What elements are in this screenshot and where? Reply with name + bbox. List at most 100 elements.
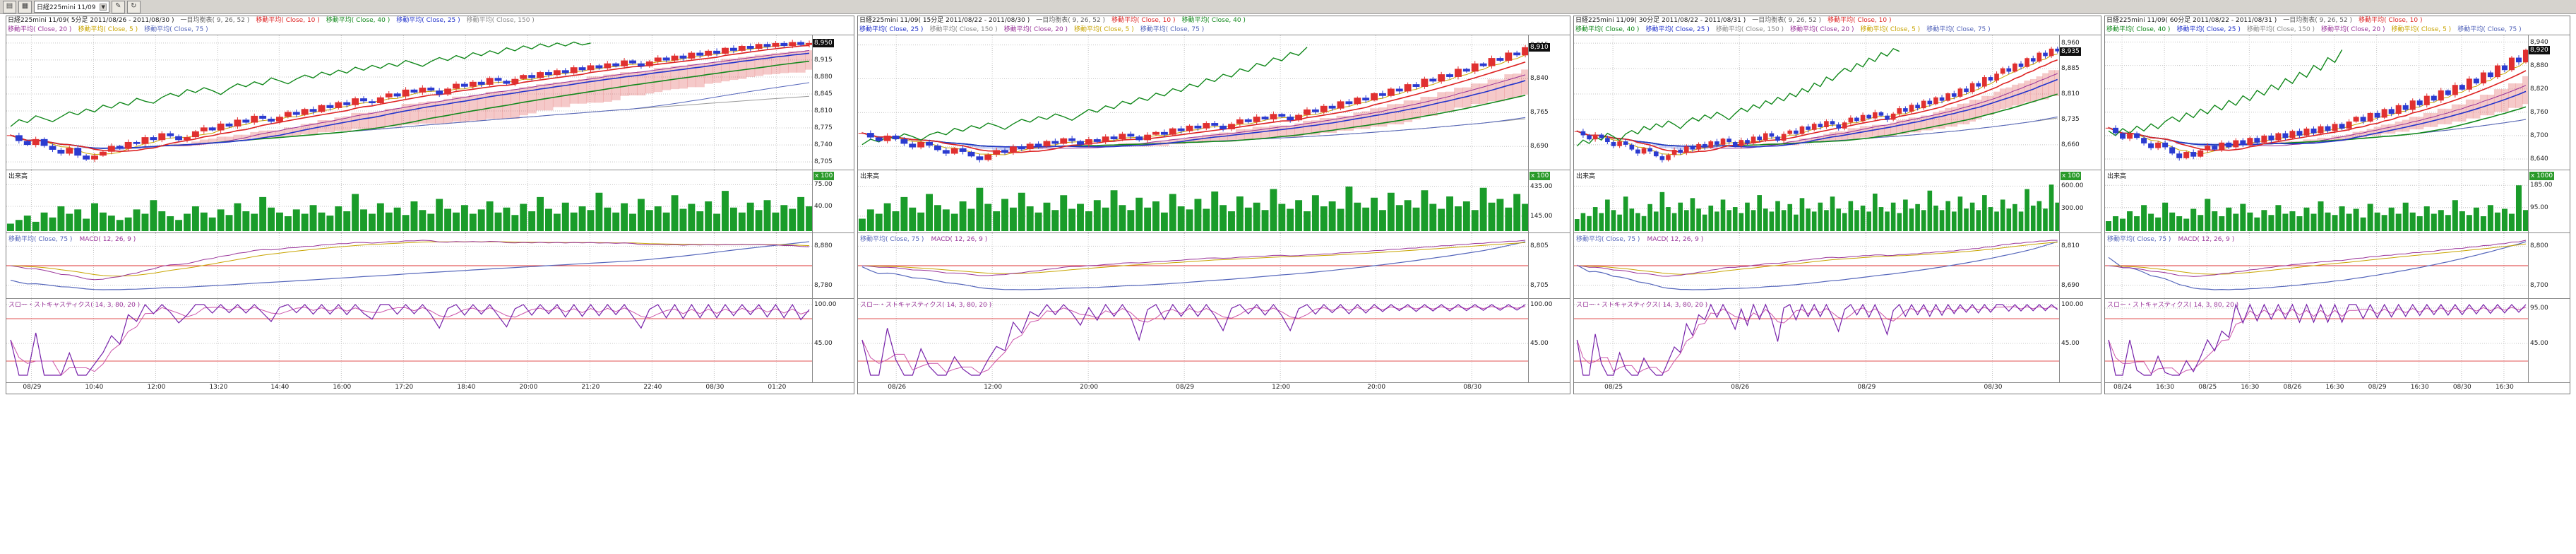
volume-section[interactable]: 185.0095.00x 1000出来高	[2105, 170, 2570, 232]
macd-section[interactable]: 8,8108,690移動平均( Close, 75 )MACD( 12, 26,…	[1574, 232, 2101, 298]
time-axis-label: 08/26	[2283, 384, 2301, 391]
time-axis: 08/2416:3008/2516:3008/2616:3008/2916:30…	[2105, 382, 2570, 394]
draw-icon[interactable]: ✎	[112, 1, 125, 13]
volume-section[interactable]: 75.0040.00x 100出来高	[6, 170, 854, 232]
time-axis-label: 12:00	[147, 384, 165, 391]
price-section[interactable]: 8,9408,8808,8208,7608,7008,6408,920	[2105, 35, 2570, 170]
volume-section-axis: 75.0040.00x 100	[812, 170, 854, 232]
price-section[interactable]: 8,9508,9158,8808,8458,8108,7758,7408,705…	[6, 35, 854, 170]
time-axis-label: 16:30	[2411, 384, 2429, 391]
time-axis-label: 16:30	[2326, 384, 2344, 391]
indicator-label: 一目均衡表( 9, 26, 52 )	[181, 17, 250, 24]
chart-panel-5min[interactable]: 日経225mini 11/09( 5分足 2011/08/26 - 2011/0…	[6, 16, 854, 394]
time-axis-label: 08/29	[23, 384, 41, 391]
refresh-icon[interactable]: ↻	[127, 1, 141, 13]
last-price-badge: 8,950	[813, 39, 834, 47]
indicator-label: 移動平均( Close, 10 )	[256, 17, 319, 24]
symbol-select[interactable]: 日経225mini 11/09 ▼	[34, 1, 109, 13]
macd-section[interactable]: 8,8008,700移動平均( Close, 75 )MACD( 12, 26,…	[2105, 232, 2570, 298]
time-axis-label: 01:20	[768, 384, 786, 391]
time-axis-label: 13:20	[209, 384, 227, 391]
axis-tick-label: 8,960	[2061, 40, 2080, 47]
price-section-plot	[6, 35, 813, 170]
stoch-section[interactable]: 100.0045.00スロー・ストキャスティクス( 14, 3, 80, 20 …	[6, 298, 854, 382]
stoch-section[interactable]: 100.0045.00スロー・ストキャスティクス( 14, 3, 80, 20 …	[858, 298, 1570, 382]
time-axis-label: 08/25	[1604, 384, 1623, 391]
chart-panel-30min[interactable]: 日経225mini 11/09( 30分足 2011/08/22 - 2011/…	[1573, 16, 2101, 394]
time-axis-label: 08/29	[1857, 384, 1876, 391]
time-axis-label: 20:00	[519, 384, 537, 391]
stoch-section-plot	[6, 299, 813, 382]
axis-tick-label: 8,810	[2061, 242, 2080, 249]
axis-tick-label: 45.00	[1530, 340, 1549, 347]
axis-tick-label: 8,885	[2061, 65, 2080, 72]
axis-tick-label: 8,765	[1530, 109, 1549, 116]
chart-grid-icon[interactable]: ▦	[18, 1, 32, 13]
chart-panel-60min[interactable]: 日経225mini 11/09( 60分足 2011/08/22 - 2011/…	[2104, 16, 2570, 394]
indicator-label: スロー・ストキャスティクス( 14, 3, 80, 20 )	[8, 302, 140, 309]
indicator-label: 移動平均( Close, 25 )	[859, 26, 923, 33]
indicator-label: 日経225mini 11/09( 60分足 2011/08/22 - 2011/…	[2106, 17, 2277, 24]
time-axis-label: 20:00	[1367, 384, 1385, 391]
indicator-label: 移動平均( Close, 40 )	[326, 17, 390, 24]
time-axis-label: 08/30	[2453, 384, 2471, 391]
last-price-badge: 8,920	[2529, 46, 2550, 54]
axis-tick-label: 8,845	[814, 90, 833, 98]
price-section-plot	[1574, 35, 2061, 170]
axis-tick-label: 45.00	[814, 340, 833, 347]
axis-tick-label: 100.00	[1530, 301, 1553, 308]
indicator-label: 移動平均( Close, 150 )	[2247, 26, 2315, 33]
volume-section-axis: 600.00300.00x 100	[2059, 170, 2101, 232]
time-axis-label: 21:20	[581, 384, 600, 391]
axis-tick-label: 75.00	[814, 181, 833, 188]
axis-tick-label: 8,690	[2061, 282, 2080, 289]
volume-section[interactable]: 600.00300.00x 100出来高	[1574, 170, 2101, 232]
stoch-label: スロー・ストキャスティクス( 14, 3, 80, 20 )	[8, 300, 147, 309]
panel-header-line2: 移動平均( Close, 20 )移動平均( Close, 5 )移動平均( C…	[6, 25, 854, 35]
macd-section[interactable]: 8,8808,780移動平均( Close, 75 )MACD( 12, 26,…	[6, 232, 854, 298]
chart-panel-15min[interactable]: 日経225mini 11/09( 15分足 2011/08/22 - 2011/…	[857, 16, 1570, 394]
indicator-label: 移動平均( Close, 150 )	[1716, 26, 1784, 33]
axis-tick-label: 8,810	[814, 107, 833, 114]
macd-section[interactable]: 8,8058,705移動平均( Close, 75 )MACD( 12, 26,…	[858, 232, 1570, 298]
time-axis: 08/2910:4012:0013:2014:4016:0017:2018:40…	[6, 382, 854, 394]
indicator-label: 移動平均( Close, 20 )	[1790, 26, 1854, 33]
volume-section-axis: 185.0095.00x 1000	[2528, 170, 2570, 232]
stoch-section[interactable]: 95.0045.00スロー・ストキャスティクス( 14, 3, 80, 20 )	[2105, 298, 2570, 382]
axis-tick-label: 8,660	[2061, 141, 2080, 148]
time-axis-label: 08/30	[1463, 384, 1481, 391]
indicator-label: 移動平均( Close, 40 )	[2106, 26, 2170, 33]
indicator-label: 一目均衡表( 9, 26, 52 )	[1036, 17, 1105, 24]
axis-tick-label: 95.00	[2530, 204, 2548, 211]
price-section[interactable]: 8,9158,8408,7658,6908,910	[858, 35, 1570, 170]
indicator-label: 移動平均( Close, 40 )	[1575, 26, 1639, 33]
time-axis-label: 12:00	[984, 384, 1002, 391]
time-axis-label: 10:40	[85, 384, 103, 391]
last-price-badge: 8,935	[2060, 47, 2081, 56]
stoch-section-axis: 100.0045.00	[2059, 299, 2101, 382]
time-axis: 08/2612:0020:0008/2912:0020:0008/30	[858, 382, 1570, 394]
axis-tick-label: 8,690	[1530, 143, 1549, 150]
price-section-plot	[858, 35, 1530, 170]
volume-section[interactable]: 435.00145.00x 100出来高	[858, 170, 1570, 232]
price-section[interactable]: 8,9608,8858,8108,7358,6608,935	[1574, 35, 2101, 170]
axis-tick-label: 45.00	[2530, 340, 2548, 347]
axis-tick-label: 8,880	[814, 242, 833, 249]
time-axis-label: 18:40	[457, 384, 475, 391]
indicator-label: 一目均衡表( 9, 26, 52 )	[1752, 17, 1821, 24]
panel-header-line1: 日経225mini 11/09( 5分足 2011/08/26 - 2011/0…	[6, 16, 854, 25]
axis-tick-label: 8,640	[2530, 155, 2548, 163]
time-axis-label: 17:20	[395, 384, 413, 391]
indicator-label: MACD( 12, 26, 9 )	[931, 236, 987, 243]
axis-tick-label: 8,740	[814, 141, 833, 148]
indicator-label: MACD( 12, 26, 9 )	[1647, 236, 1703, 243]
stoch-section[interactable]: 100.0045.00スロー・ストキャスティクス( 14, 3, 80, 20 …	[1574, 298, 2101, 382]
menu-icon[interactable]: ▤	[3, 1, 16, 13]
axis-tick-label: 8,735	[2061, 116, 2080, 123]
indicator-label: 移動平均( Close, 10 )	[2359, 17, 2422, 24]
app-window: { "toolbar": { "symbol": "日経225mini 11/0…	[0, 0, 2576, 554]
indicator-label: 移動平均( Close, 75 )	[144, 26, 208, 33]
price-section-axis: 8,9508,9158,8808,8458,8108,7758,7408,705…	[812, 35, 854, 170]
indicator-label: スロー・ストキャスティクス( 14, 3, 80, 20 )	[2107, 302, 2238, 309]
indicator-label: 移動平均( Close, 20 )	[2321, 26, 2385, 33]
